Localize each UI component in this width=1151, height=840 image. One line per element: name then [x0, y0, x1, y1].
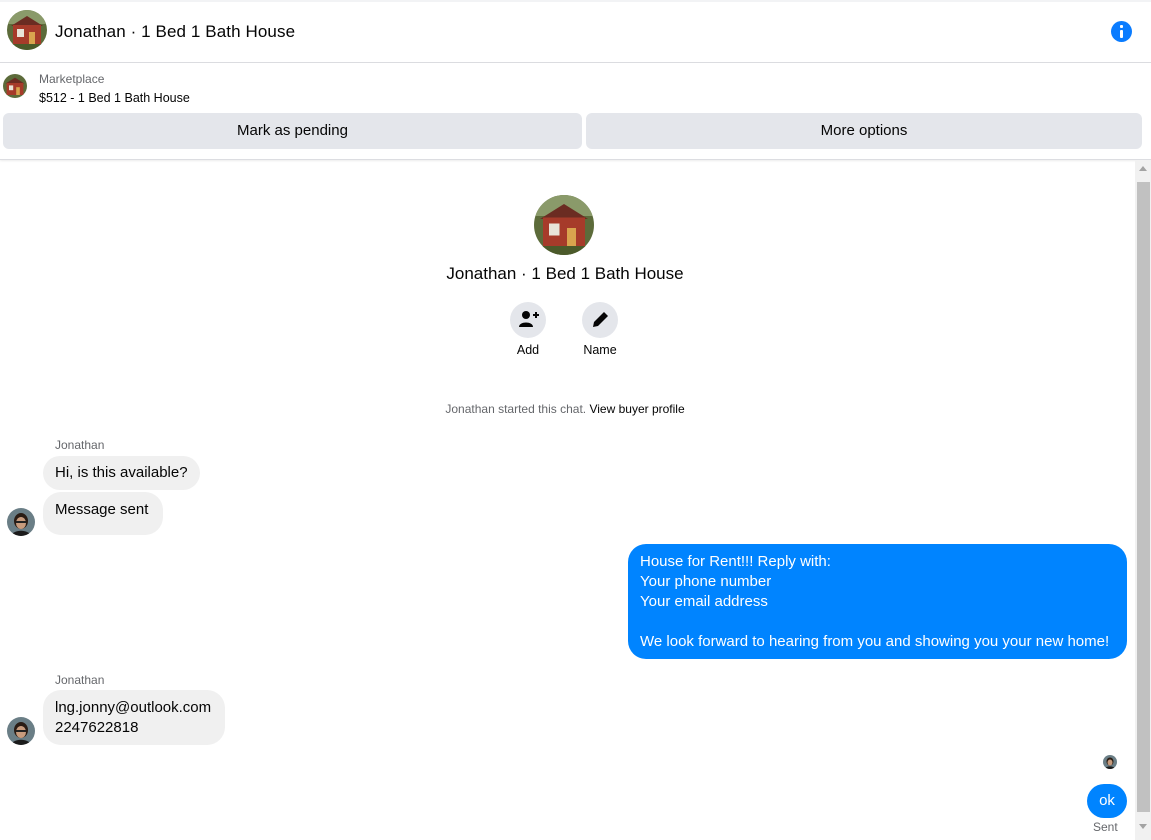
message-text: Message sent	[55, 501, 149, 518]
scrollbar[interactable]	[1135, 160, 1151, 840]
message-bubble-outgoing[interactable]: ok	[1087, 784, 1127, 818]
name-button[interactable]	[582, 302, 618, 338]
message-text: lng.jonny@outlook.com 2247622818	[55, 699, 212, 736]
page-title: Jonathan · 1 Bed 1 Bath House	[55, 22, 296, 41]
name-label: Name	[583, 343, 617, 357]
view-buyer-profile-link[interactable]: View buyer profile	[589, 402, 684, 416]
listing-source: Marketplace	[39, 72, 105, 86]
message-text: Hi, is this available?	[55, 464, 188, 481]
sender-avatar[interactable]	[7, 717, 35, 745]
scroll-up-arrow-icon[interactable]	[1139, 166, 1147, 171]
listing-avatar[interactable]	[7, 10, 47, 50]
info-icon[interactable]	[1111, 21, 1132, 42]
mark-as-pending-button[interactable]: Mark as pending	[3, 113, 582, 149]
add-button[interactable]	[510, 302, 546, 338]
message-status: Sent	[1093, 820, 1118, 834]
chat-header: Jonathan · 1 Bed 1 Bath House	[0, 0, 1151, 63]
sender-name: Jonathan	[55, 673, 105, 687]
chat-start-notice: Jonathan started this chat. View buyer p…	[0, 402, 1130, 416]
more-options-button[interactable]: More options	[586, 113, 1142, 149]
listing-title[interactable]: $512 - 1 Bed 1 Bath House	[39, 91, 190, 105]
name-action[interactable]: Name	[570, 302, 630, 357]
add-label: Add	[516, 343, 540, 357]
add-action[interactable]: Add	[498, 302, 558, 357]
listing-bar: Marketplace $512 - 1 Bed 1 Bath House Ma…	[0, 63, 1151, 160]
add-person-icon	[519, 311, 539, 327]
message-bubble-outgoing[interactable]: House for Rent!!! Reply with: Your phone…	[628, 544, 1127, 659]
profile-name: Jonathan · 1 Bed 1 Bath House	[446, 264, 684, 283]
listing-thumbnail[interactable]	[3, 74, 27, 98]
message-bubble-incoming[interactable]: lng.jonny@outlook.com 2247622818	[43, 690, 225, 745]
profile-avatar[interactable]	[534, 195, 594, 255]
sender-avatar[interactable]	[7, 508, 35, 536]
scrollbar-thumb[interactable]	[1137, 182, 1150, 812]
sender-name: Jonathan	[55, 438, 105, 452]
message-text: House for Rent!!! Reply with: Your phone…	[640, 553, 1110, 650]
pencil-icon	[593, 312, 608, 327]
seen-indicator-avatar	[1103, 755, 1117, 769]
message-text: ok	[1099, 792, 1115, 809]
conversation-area: Jonathan · 1 Bed 1 Bath House Add Name J…	[0, 160, 1135, 840]
chat-start-text: Jonathan started this chat.	[445, 402, 587, 416]
message-bubble-incoming[interactable]: Message sent	[43, 492, 163, 535]
message-bubble-incoming[interactable]: Hi, is this available?	[43, 456, 200, 490]
scroll-down-arrow-icon[interactable]	[1139, 824, 1147, 829]
